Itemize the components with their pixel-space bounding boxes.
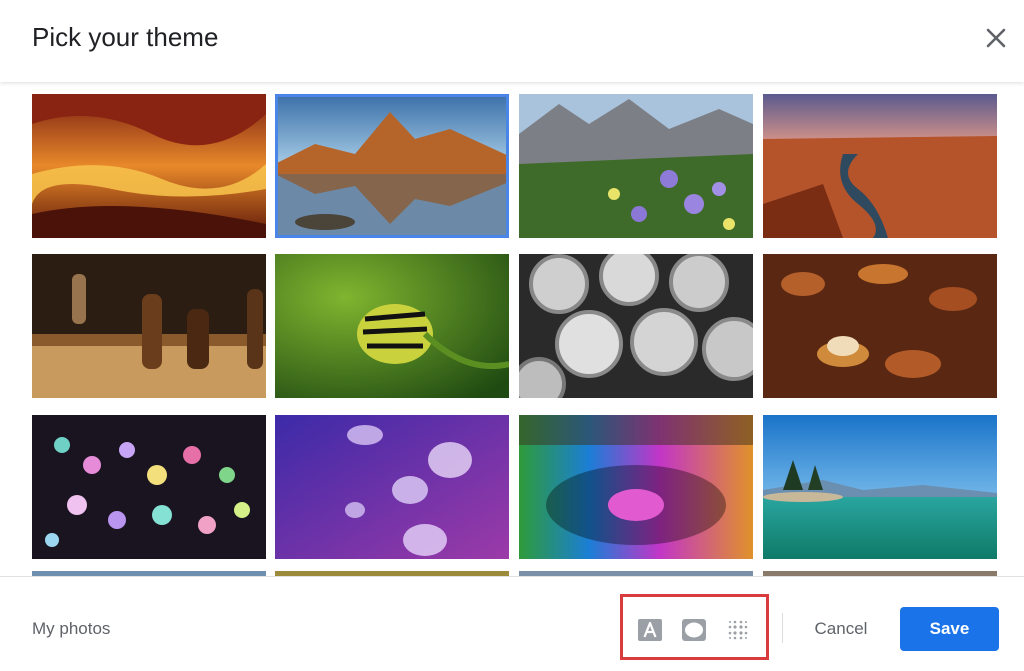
theme-thumbnail-wildflowers[interactable] xyxy=(519,94,753,238)
theme-thumbnail-river-canyon[interactable] xyxy=(763,94,997,238)
cancel-button[interactable]: Cancel xyxy=(798,607,884,651)
vignette-button[interactable] xyxy=(682,619,706,641)
close-icon xyxy=(986,28,1006,48)
save-button[interactable]: Save xyxy=(900,607,999,651)
dialog-title: Pick your theme xyxy=(32,22,219,52)
theme-thumbnail-rainbow-droplet[interactable] xyxy=(519,415,753,559)
my-photos-link[interactable]: My photos xyxy=(32,619,110,639)
theme-thumbnail-canyon[interactable] xyxy=(32,94,266,238)
theme-thumbnail-pipes[interactable] xyxy=(519,254,753,398)
vignette-icon xyxy=(682,619,706,641)
close-button[interactable] xyxy=(978,20,1014,56)
dialog-footer: My photos Cancel Save xyxy=(0,576,1024,671)
footer-divider xyxy=(782,613,783,643)
theme-thumbnail-mountain-lake[interactable] xyxy=(275,94,509,238)
blur-icon xyxy=(728,620,748,640)
theme-dialog: Pick your theme My photos Cancel Save xyxy=(0,0,1024,671)
theme-grid xyxy=(0,82,1024,576)
theme-thumbnail-caterpillar[interactable] xyxy=(275,254,509,398)
dialog-header: Pick your theme xyxy=(0,0,1024,82)
theme-thumbnail-lake-shore[interactable] xyxy=(763,415,997,559)
theme-thumbnail-chess[interactable] xyxy=(32,254,266,398)
blur-button[interactable] xyxy=(726,619,750,641)
theme-thumbnail-autumn-leaves[interactable] xyxy=(763,254,997,398)
theme-thumbnail-jellyfish[interactable] xyxy=(275,415,509,559)
theme-thumbnail-bokeh-lights[interactable] xyxy=(32,415,266,559)
text-background-icon xyxy=(638,619,662,641)
text-background-button[interactable] xyxy=(638,619,662,641)
